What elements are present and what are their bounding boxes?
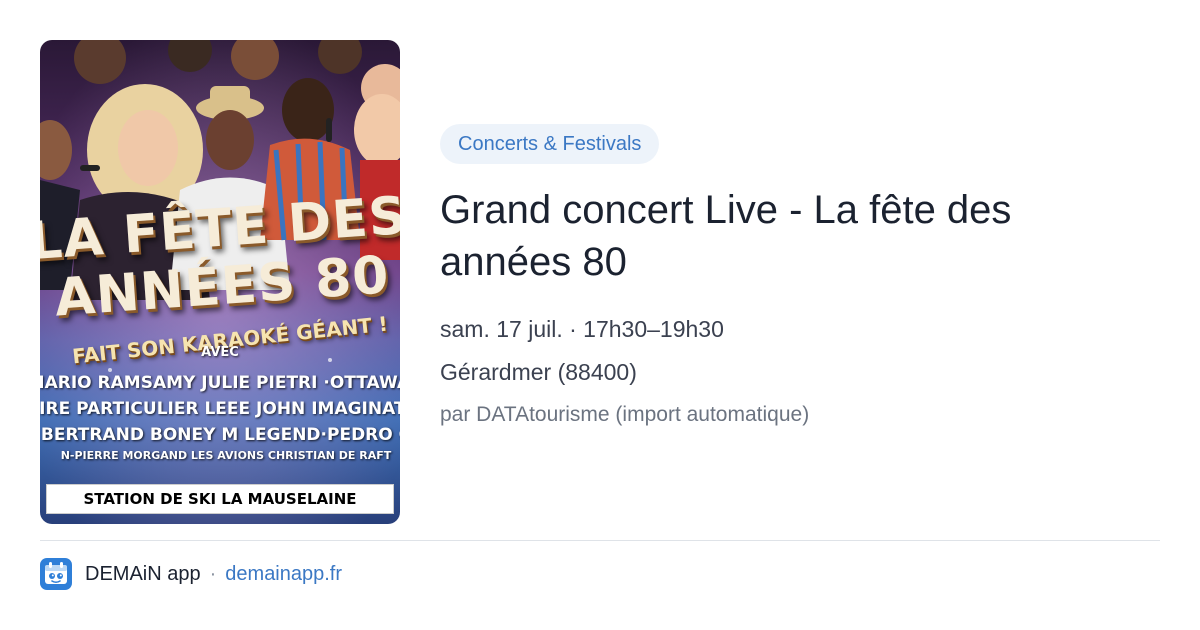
app-name: DEMAiN app [85,562,201,585]
poster-artist-line: N-PIERRE MORGAND LES AVIONS CHRISTIAN DE… [60,449,392,462]
event-datetime: sam. 17 juil. · 17h30–19h30 [440,316,724,342]
event-source: par DATAtourisme (import automatique) [440,403,810,426]
category-badge[interactable]: Concerts & Festivals [440,124,660,164]
poster-venue-banner: STATION DE SKI LA MAUSELAINE [46,484,394,514]
footer-divider [40,540,1160,541]
event-share-card[interactable]: LA FÊTE DES ANNÉES 80 FAIT SON KARAOKÉ G… [0,0,1200,630]
event-location: Gérardmer (88400) [440,359,637,385]
footer-separator: · [209,562,217,585]
poster-artist-line: AIRE PARTICULIER LEEE JOHN IMAGINATION [40,399,400,419]
poster-avec-label: AVEC [201,345,239,360]
footer: DEMAiN app · demainapp.fr [40,558,342,590]
poster-artist-line: BERTRAND BONEY M LEGEND·PEDRO C [40,425,400,445]
poster-title: LA FÊTE DES ANNÉES 80 [40,185,400,329]
app-website-link[interactable]: demainapp.fr [225,563,342,586]
demain-app-logo-icon [40,558,72,590]
poster-artist-line: MARIO RAMSAMY JULIE PIETRI ·OTTAWAN [40,373,400,393]
event-title[interactable]: Grand concert Live - La fête des années … [440,184,1140,288]
event-poster-image[interactable]: LA FÊTE DES ANNÉES 80 FAIT SON KARAOKÉ G… [40,40,400,524]
